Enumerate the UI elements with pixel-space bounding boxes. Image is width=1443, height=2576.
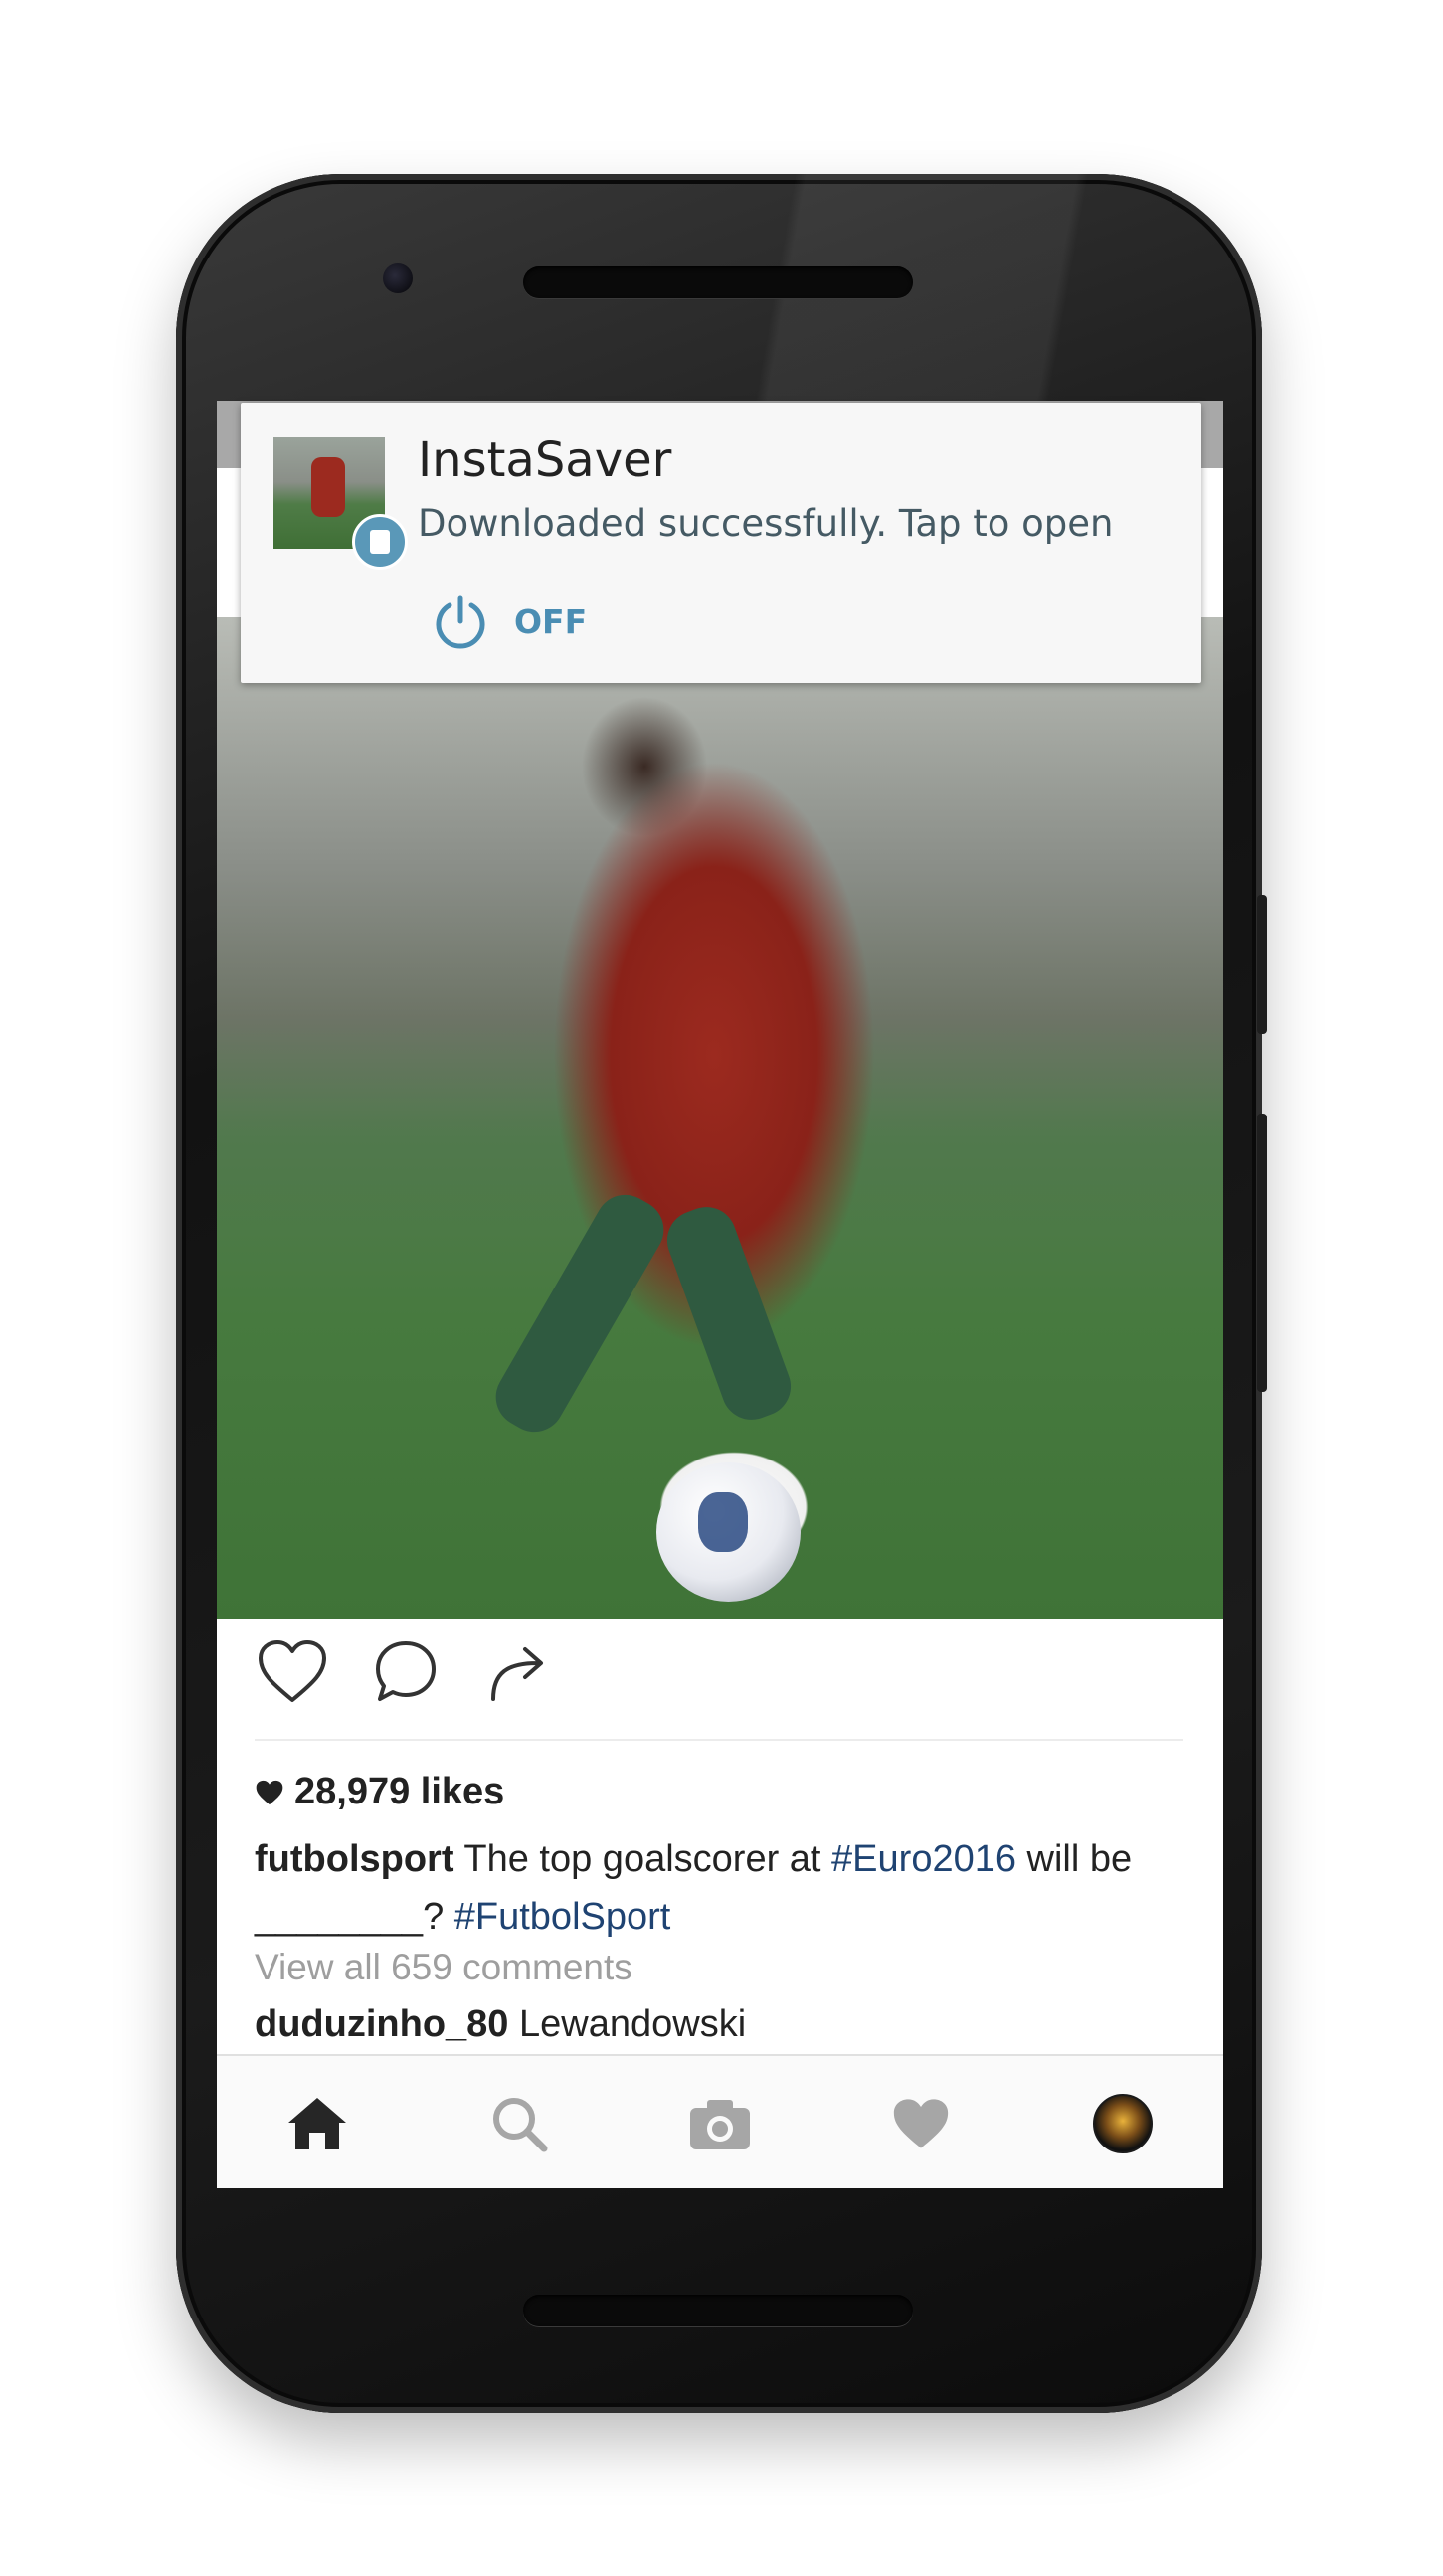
post-actions xyxy=(255,1631,595,1711)
front-camera xyxy=(383,263,413,293)
top-speaker xyxy=(523,266,913,298)
bottom-speaker xyxy=(523,2295,913,2326)
actions-divider xyxy=(255,1739,1183,1741)
camera-icon xyxy=(690,2099,751,2149)
hashtag-futbolsport[interactable]: #FutbolSport xyxy=(454,1896,671,1938)
download-notification[interactable]: InstaSaver Downloaded successfully. Tap … xyxy=(241,403,1201,683)
tab-camera[interactable] xyxy=(620,2056,820,2188)
heart-filled-icon xyxy=(256,1780,283,1804)
tab-search[interactable] xyxy=(418,2056,619,2188)
post-photo[interactable] xyxy=(217,617,1223,1619)
photo-detail-leg xyxy=(658,1198,800,1429)
home-icon xyxy=(288,2097,347,2149)
notification-off-button[interactable]: OFF xyxy=(433,587,587,656)
power-side-button xyxy=(1257,895,1267,1034)
hashtag-euro2016[interactable]: #Euro2016 xyxy=(831,1838,1016,1880)
bottom-tab-bar xyxy=(217,2054,1223,2188)
photo-detail-ball xyxy=(656,1462,801,1602)
instasaver-badge-icon xyxy=(352,514,408,570)
comment-username[interactable]: duduzinho_80 xyxy=(255,2003,508,2045)
tab-profile[interactable] xyxy=(1022,2056,1223,2188)
power-icon xyxy=(436,595,485,649)
likes-text: 28,979 likes xyxy=(294,1771,505,1812)
profile-avatar xyxy=(1092,2093,1153,2153)
activity-heart-icon xyxy=(894,2098,949,2148)
notification-action-label: OFF xyxy=(514,601,588,641)
caption-username[interactable]: futbolsport xyxy=(255,1838,454,1880)
heart-outline-icon[interactable] xyxy=(255,1633,330,1709)
post-caption: futbolsport The top goalscorer at #Euro2… xyxy=(255,1830,1199,1946)
view-all-comments-link[interactable]: View all 659 comments xyxy=(255,1947,632,1988)
tab-home[interactable] xyxy=(217,2056,418,2188)
notification-message: Downloaded successfully. Tap to open xyxy=(418,502,1114,545)
photo-detail-leg xyxy=(484,1183,675,1444)
share-icon[interactable] xyxy=(481,1633,557,1709)
comment-item: duduzinho_80 Lewandowski xyxy=(255,2003,746,2046)
search-icon xyxy=(492,2097,548,2151)
volume-side-button xyxy=(1257,1114,1267,1392)
comment-text: Lewandowski xyxy=(508,2003,747,2045)
tab-activity[interactable] xyxy=(820,2056,1021,2188)
comment-icon[interactable] xyxy=(368,1633,444,1709)
likes-count[interactable]: 28,979 likes xyxy=(255,1771,504,1813)
caption-text: The top goalscorer at xyxy=(453,1838,832,1880)
notification-app-name: InstaSaver xyxy=(418,432,672,488)
